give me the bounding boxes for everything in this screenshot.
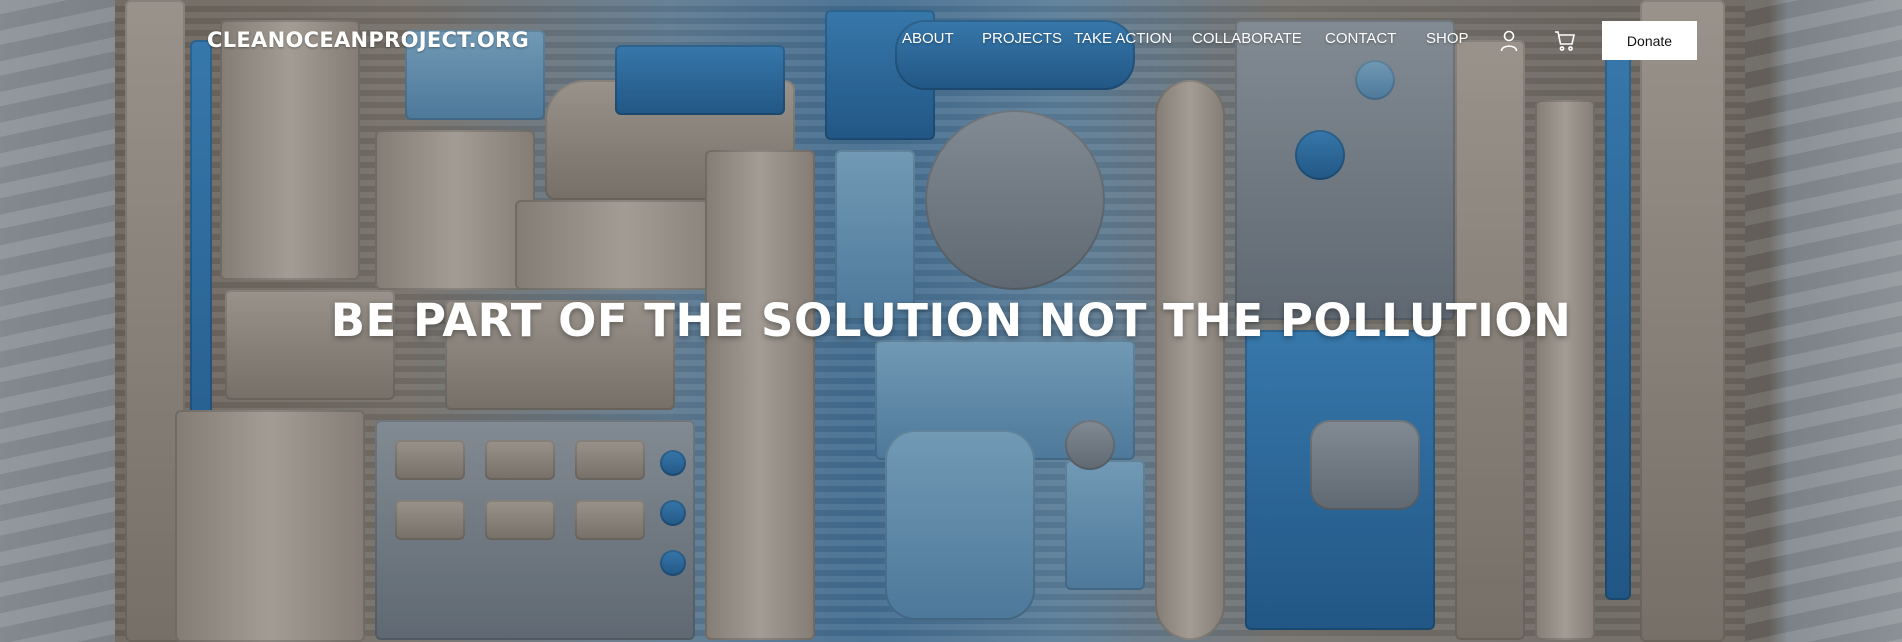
site-header: CLEANOCEANPROJECT.ORG ABOUT PROJECTS TAK…: [0, 0, 1902, 80]
account-icon[interactable]: [1497, 28, 1521, 54]
nav-collaborate[interactable]: COLLABORATE: [1192, 30, 1302, 47]
donate-button[interactable]: Donate: [1602, 21, 1697, 60]
cart-icon[interactable]: [1553, 28, 1577, 54]
nav-contact[interactable]: CONTACT: [1325, 30, 1396, 47]
nav-take-action[interactable]: TAKE ACTION: [1074, 30, 1172, 47]
nav-projects[interactable]: PROJECTS: [982, 30, 1062, 47]
hero-headline: BE PART OF THE SOLUTION NOT THE POLLUTIO…: [330, 294, 1572, 347]
site-logo[interactable]: CLEANOCEANPROJECT.ORG: [207, 28, 529, 52]
nav-about[interactable]: ABOUT: [902, 30, 954, 47]
nav-shop[interactable]: SHOP: [1426, 30, 1469, 47]
